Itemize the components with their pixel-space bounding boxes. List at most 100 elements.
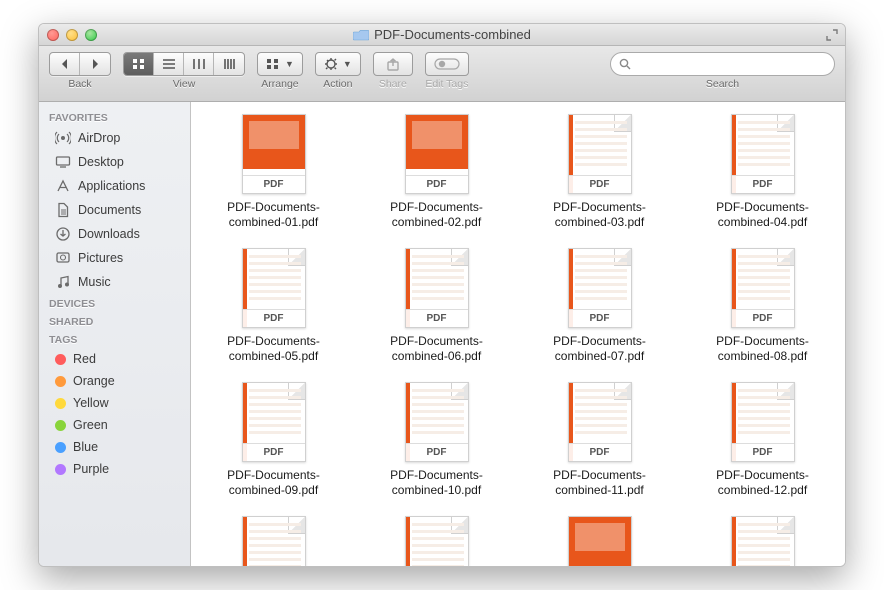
file-name: PDF-Documents-combined-05.pdf — [204, 334, 344, 364]
toolbar-back-group: Back — [49, 52, 111, 90]
file-item[interactable]: PDF PDF-Documents-combined-07.pdf — [525, 248, 674, 364]
pdf-badge: PDF — [243, 309, 305, 327]
sidebar-item-music[interactable]: Music — [39, 270, 190, 294]
file-thumbnail: PDF — [242, 516, 306, 566]
search-input[interactable] — [637, 57, 826, 71]
arrange-button[interactable]: ▼ — [257, 52, 303, 76]
content-area[interactable]: PDFPDF-Documents-combined-01.pdfPDFPDF-D… — [191, 102, 845, 566]
titlebar: PDF-Documents-combined — [39, 24, 845, 46]
sidebar-tag-red[interactable]: Red — [39, 348, 190, 370]
file-thumbnail: PDF — [405, 516, 469, 566]
file-item[interactable]: PDF — [525, 516, 674, 566]
file-item[interactable]: PDFPDF-Documents-combined-03.pdf — [525, 114, 674, 230]
sidebar-item-label: Yellow — [73, 396, 109, 410]
desktop-icon — [55, 154, 71, 170]
file-item[interactable]: PDF PDF-Documents-combined-11.pdf — [525, 382, 674, 498]
file-item[interactable]: PDFPDF-Documents-combined-04.pdf — [688, 114, 837, 230]
file-thumbnail: PDF — [731, 382, 795, 462]
view-list-button[interactable] — [154, 53, 184, 75]
sidebar-item-label: Music — [78, 275, 111, 289]
file-name: PDF-Documents-combined-09.pdf — [204, 468, 344, 498]
sidebar-tag-blue[interactable]: Blue — [39, 436, 190, 458]
sidebar-item-label: Green — [73, 418, 108, 432]
tag-dot-icon — [55, 354, 66, 365]
sidebar-item-documents[interactable]: Documents — [39, 198, 190, 222]
view-column-button[interactable] — [184, 53, 214, 75]
edit-tags-label: Edit Tags — [425, 78, 468, 90]
sidebar-item-downloads[interactable]: Downloads — [39, 222, 190, 246]
file-grid: PDFPDF-Documents-combined-01.pdfPDFPDF-D… — [199, 114, 837, 566]
pdf-badge: PDF — [569, 175, 631, 193]
view-icon-button[interactable] — [124, 53, 154, 75]
file-thumbnail: PDF — [242, 382, 306, 462]
file-thumbnail: PDF — [731, 516, 795, 566]
search-label: Search — [706, 78, 739, 90]
chevron-down-icon: ▼ — [343, 59, 352, 69]
pictures-icon — [55, 250, 71, 266]
file-name: PDF-Documents-combined-07.pdf — [530, 334, 670, 364]
file-thumbnail: PDF — [568, 114, 632, 194]
pdf-badge: PDF — [243, 175, 305, 193]
pdf-badge: PDF — [569, 443, 631, 461]
file-thumbnail: PDF — [242, 114, 306, 194]
sidebar-item-label: Pictures — [78, 251, 123, 265]
sidebar-tag-green[interactable]: Green — [39, 414, 190, 436]
file-item[interactable]: PDF PDF-Documents-combined-10.pdf — [362, 382, 511, 498]
file-name: PDF-Documents-combined-11.pdf — [530, 468, 670, 498]
sidebar-item-desktop[interactable]: Desktop — [39, 150, 190, 174]
file-item[interactable]: PDF — [199, 516, 348, 566]
file-item[interactable]: PDF — [362, 516, 511, 566]
toolbar-view-group: View — [123, 52, 245, 90]
minimize-button[interactable] — [66, 29, 78, 41]
file-item[interactable]: PDFPDF-Documents-combined-02.pdf — [362, 114, 511, 230]
zoom-button[interactable] — [85, 29, 97, 41]
file-item[interactable]: PDF PDF-Documents-combined-08.pdf — [688, 248, 837, 364]
pdf-badge: PDF — [732, 309, 794, 327]
file-name: PDF-Documents-combined-10.pdf — [367, 468, 507, 498]
file-name: PDF-Documents-combined-08.pdf — [693, 334, 833, 364]
pdf-badge: PDF — [569, 309, 631, 327]
file-item[interactable]: PDF PDF-Documents-combined-09.pdf — [199, 382, 348, 498]
sidebar-item-label: Downloads — [78, 227, 140, 241]
action-button[interactable]: ▼ — [315, 52, 361, 76]
file-item[interactable]: PDFPDF-Documents-combined-06.pdf — [362, 248, 511, 364]
finder-window: PDF-Documents-combined Back — [38, 23, 846, 567]
pdf-badge: PDF — [406, 443, 468, 461]
search-field[interactable] — [610, 52, 835, 76]
tags-header: TAGS — [39, 330, 190, 348]
share-button[interactable] — [373, 52, 413, 76]
sidebar-tag-yellow[interactable]: Yellow — [39, 392, 190, 414]
window-controls — [47, 29, 97, 41]
view-coverflow-button[interactable] — [214, 53, 244, 75]
toolbar-tags-group: Edit Tags — [425, 52, 469, 90]
file-item[interactable]: PDFPDF-Documents-combined-01.pdf — [199, 114, 348, 230]
file-item[interactable]: PDF PDF-Documents-combined-05.pdf — [199, 248, 348, 364]
toolbar: Back View ▼ — [39, 46, 845, 102]
forward-button[interactable] — [80, 53, 110, 75]
file-item[interactable]: PDFPDF-Documents-combined-12.pdf — [688, 382, 837, 498]
back-button[interactable] — [50, 53, 80, 75]
sidebar-item-label: Red — [73, 352, 96, 366]
sidebar-item-pictures[interactable]: Pictures — [39, 246, 190, 270]
sidebar-item-applications[interactable]: Applications — [39, 174, 190, 198]
close-button[interactable] — [47, 29, 59, 41]
file-name: PDF-Documents-combined-06.pdf — [367, 334, 507, 364]
sidebar-tag-orange[interactable]: Orange — [39, 370, 190, 392]
file-item[interactable]: PDF — [688, 516, 837, 566]
finder-body: FAVORITES AirDrop DesktopApplicationsDocu… — [39, 102, 845, 566]
shared-header: SHARED — [39, 312, 190, 330]
edit-tags-button[interactable] — [425, 52, 469, 76]
favorites-header: FAVORITES — [39, 108, 190, 126]
sidebar-item-label: AirDrop — [78, 131, 120, 145]
action-label: Action — [323, 78, 352, 90]
share-label: Share — [379, 78, 407, 90]
airdrop-icon — [55, 130, 71, 146]
sidebar-item-airdrop[interactable]: AirDrop — [39, 126, 190, 150]
fullscreen-button[interactable] — [825, 28, 839, 42]
devices-header: DEVICES — [39, 294, 190, 312]
search-icon — [619, 58, 631, 70]
sidebar-item-label: Orange — [73, 374, 115, 388]
sidebar-tag-purple[interactable]: Purple — [39, 458, 190, 480]
folder-icon — [353, 29, 369, 41]
file-thumbnail: PDF — [568, 382, 632, 462]
